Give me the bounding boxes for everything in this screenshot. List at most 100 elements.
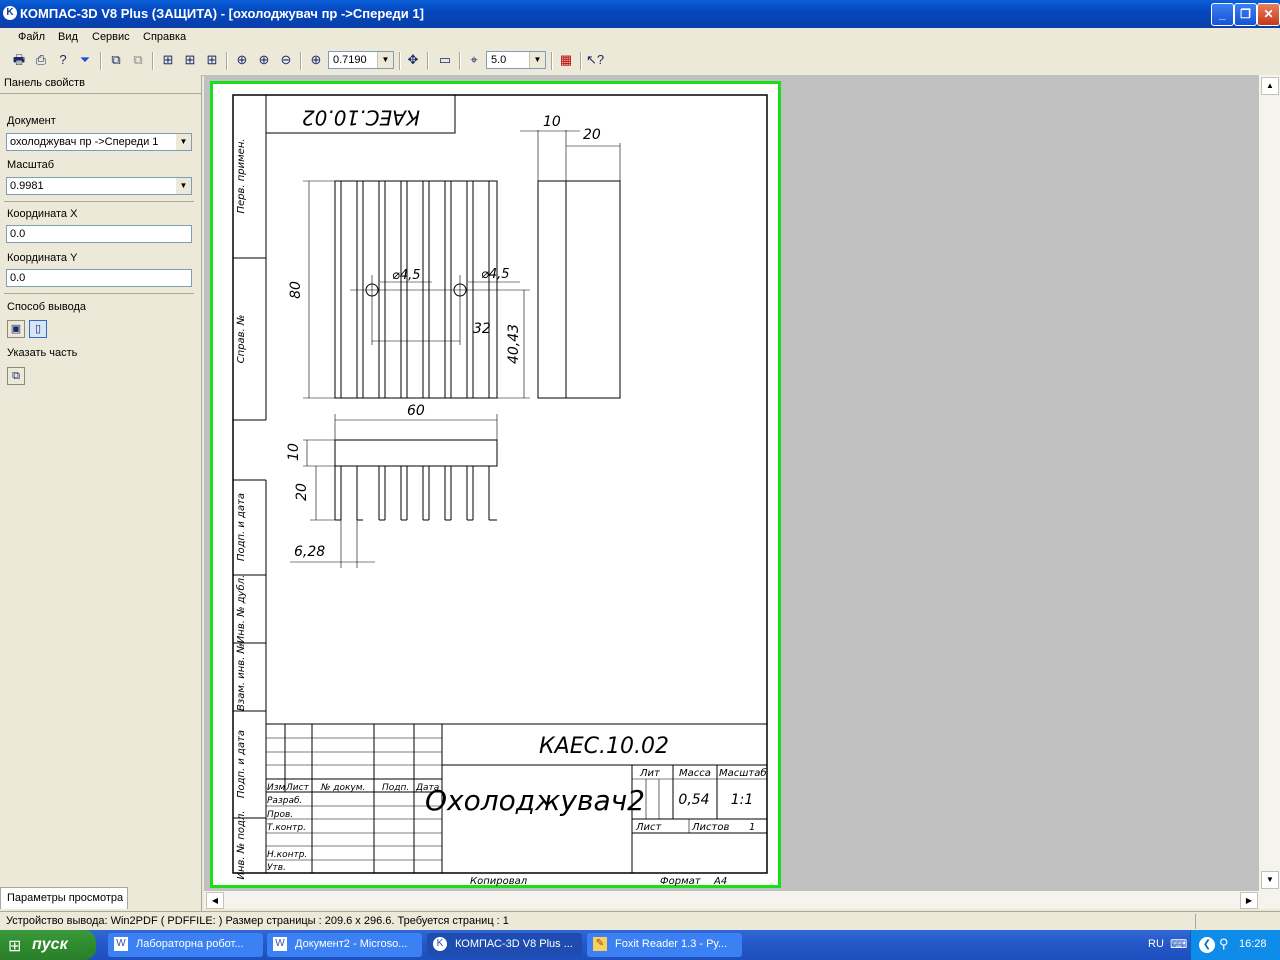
copy-sheets-icon[interactable]: ⧉ [107, 51, 125, 69]
document-value: охолоджувач пр ->Спереди 1 [10, 136, 159, 148]
copied-label: Копировал [470, 876, 528, 887]
task-document2[interactable]: W Документ2 - Microso... [267, 933, 422, 957]
row-label-4: Подп. [382, 783, 409, 793]
scroll-left-button[interactable]: ◀ [206, 892, 224, 909]
coord-y-input[interactable]: 0.0 [6, 269, 192, 287]
word-icon: W [114, 937, 128, 951]
separator [459, 52, 461, 70]
separator [427, 52, 429, 70]
zoom-window-icon[interactable]: ⊕ [233, 51, 251, 69]
separator [152, 52, 154, 70]
kompas-icon: K [433, 937, 447, 951]
window-title: КОМПАС-3D V8 Plus (ЗАЩИТА) - [охолоджува… [20, 6, 424, 21]
start-button[interactable]: ⊞ пуск [0, 930, 96, 960]
side-label-4: Инв. № дубл. [235, 575, 247, 643]
maximize-button[interactable]: ❐ [1234, 3, 1257, 26]
zoom-in-icon[interactable]: ⊕ [255, 51, 273, 69]
vertical-scrollbar[interactable]: ▲ ▼ [1259, 75, 1280, 909]
search-icon[interactable]: ⚲ [1219, 936, 1229, 952]
scale-select[interactable]: 0.9981 ▼ [6, 177, 192, 195]
output-mode-1-button[interactable]: ▣ [7, 320, 25, 338]
task-foxit[interactable]: ✎ Foxit Reader 1.3 - Ру... [587, 933, 742, 957]
dim-20-top: 20 [583, 127, 601, 143]
context-help-icon[interactable]: ↖? [586, 51, 604, 69]
close-button[interactable]: ✕ [1257, 3, 1280, 26]
task-label: Документ2 - Microso... [295, 938, 408, 950]
step-combo[interactable]: 5.0 ▼ [486, 51, 546, 69]
start-label: пуск [32, 936, 68, 953]
pdf-print-icon[interactable]: ▦ [557, 51, 575, 69]
chevron-down-icon[interactable]: ▼ [529, 52, 545, 68]
divider [4, 201, 194, 202]
keyboard-icon[interactable]: ⌨ [1170, 937, 1187, 951]
title-bar: K КОМПАС-3D V8 Plus (ЗАЩИТА) - [охолоджу… [0, 0, 1280, 28]
dim-80: 80 [288, 281, 304, 299]
role-5: Утв. [267, 863, 286, 873]
drawing-svg: КАЕС.10.02 10 20 80 ⌀4,5 ⌀4,5 32 40,43 6… [232, 94, 768, 887]
system-tray: ❮ ⚲ 16:28 [1190, 930, 1280, 960]
zoom-combo[interactable]: 0.7190 ▼ [328, 51, 394, 69]
side-label-6: Подп. и дата [236, 730, 247, 798]
menu-view[interactable]: Вид [58, 31, 78, 43]
windows-logo-icon: ⊞ [8, 938, 22, 955]
dim-60: 60 [407, 403, 425, 419]
status-divider [1195, 914, 1196, 929]
separator [226, 52, 228, 70]
chevron-down-icon[interactable]: ▼ [377, 52, 393, 68]
coord-x-value: 0.0 [10, 228, 26, 240]
scroll-down-button[interactable]: ▼ [1261, 871, 1279, 889]
mass-value: 0,54 [678, 792, 709, 808]
panel-header: Панель свойств [0, 75, 201, 94]
coord-x-input[interactable]: 0.0 [6, 225, 192, 243]
zoom-scale-icon[interactable]: ⊕ [307, 51, 325, 69]
toolbar: 🖶 ⎙ ? ⏷ ⧉ ⧉ ⊞ ⊞ ⊞ ⊕ ⊕ ⊖ ⊕ 0.7190 ▼ ✥ ▭ ⌖… [0, 47, 1280, 76]
menu-bar: Файл Вид Сервис Справка [0, 28, 1280, 47]
chevron-down-icon[interactable]: ▼ [176, 134, 191, 150]
separator [580, 52, 582, 70]
language-indicator[interactable]: RU [1148, 938, 1164, 950]
task-lab-work[interactable]: W Лабораторна робот... [108, 933, 263, 957]
coord-x-label: Координата X [7, 208, 78, 220]
document-select[interactable]: охолоджувач пр ->Спереди 1 ▼ [6, 133, 192, 151]
task-kompas[interactable]: K КОМПАС-3D V8 Plus ... [427, 933, 582, 957]
pan-icon[interactable]: ✥ [404, 51, 422, 69]
part-label: Указать часть [7, 347, 78, 359]
word-icon: W [273, 937, 287, 951]
dim-dia-2: ⌀4,5 [481, 267, 510, 282]
menu-service[interactable]: Сервис [92, 31, 130, 43]
output-mode-2-button[interactable]: ▯ [29, 320, 47, 338]
print-preview-icon[interactable]: ⎙ [32, 51, 50, 69]
frame-icon[interactable]: ▭ [436, 51, 454, 69]
menu-file[interactable]: Файл [18, 31, 45, 43]
code-stamp: КАЕС.10.02 [539, 734, 669, 759]
scroll-up-button[interactable]: ▲ [1261, 77, 1279, 95]
bottom-tab[interactable]: Параметры просмотра [0, 887, 128, 909]
panel-title: Панель свойств [4, 77, 85, 89]
grid-1-icon[interactable]: ⊞ [159, 51, 177, 69]
print-icon[interactable]: 🖶 [10, 51, 28, 69]
select-part-button[interactable]: ⧉ [7, 367, 25, 385]
role-2: Пров. [267, 810, 293, 820]
dim-20-side: 20 [294, 483, 310, 501]
step-icon[interactable]: ⌖ [465, 51, 483, 69]
coord-y-value: 0.0 [10, 272, 26, 284]
chevron-down-icon[interactable]: ▼ [176, 178, 191, 194]
tray-expand-icon[interactable]: ❮ [1199, 937, 1215, 953]
grid-3-icon[interactable]: ⊞ [203, 51, 221, 69]
document-label: Документ [7, 115, 56, 127]
menu-help[interactable]: Справка [143, 31, 186, 43]
divider [4, 293, 194, 294]
delete-sheets-icon[interactable]: ⧉ [129, 51, 147, 69]
horizontal-scrollbar[interactable]: ◀ ▶ [204, 891, 1259, 909]
separator [551, 52, 553, 70]
col-sheet: Лист [635, 822, 663, 833]
row-label-1: Изм [267, 783, 286, 793]
filter-icon[interactable]: ⏷ [76, 51, 94, 69]
col-lit: Лит [639, 768, 661, 779]
minimize-button[interactable]: _ [1211, 3, 1234, 26]
side-label-3: Подп. и дата [236, 493, 247, 561]
scroll-right-button[interactable]: ▶ [1240, 892, 1258, 909]
grid-2-icon[interactable]: ⊞ [181, 51, 199, 69]
help-doc-icon[interactable]: ? [54, 51, 72, 69]
zoom-out-icon[interactable]: ⊖ [277, 51, 295, 69]
